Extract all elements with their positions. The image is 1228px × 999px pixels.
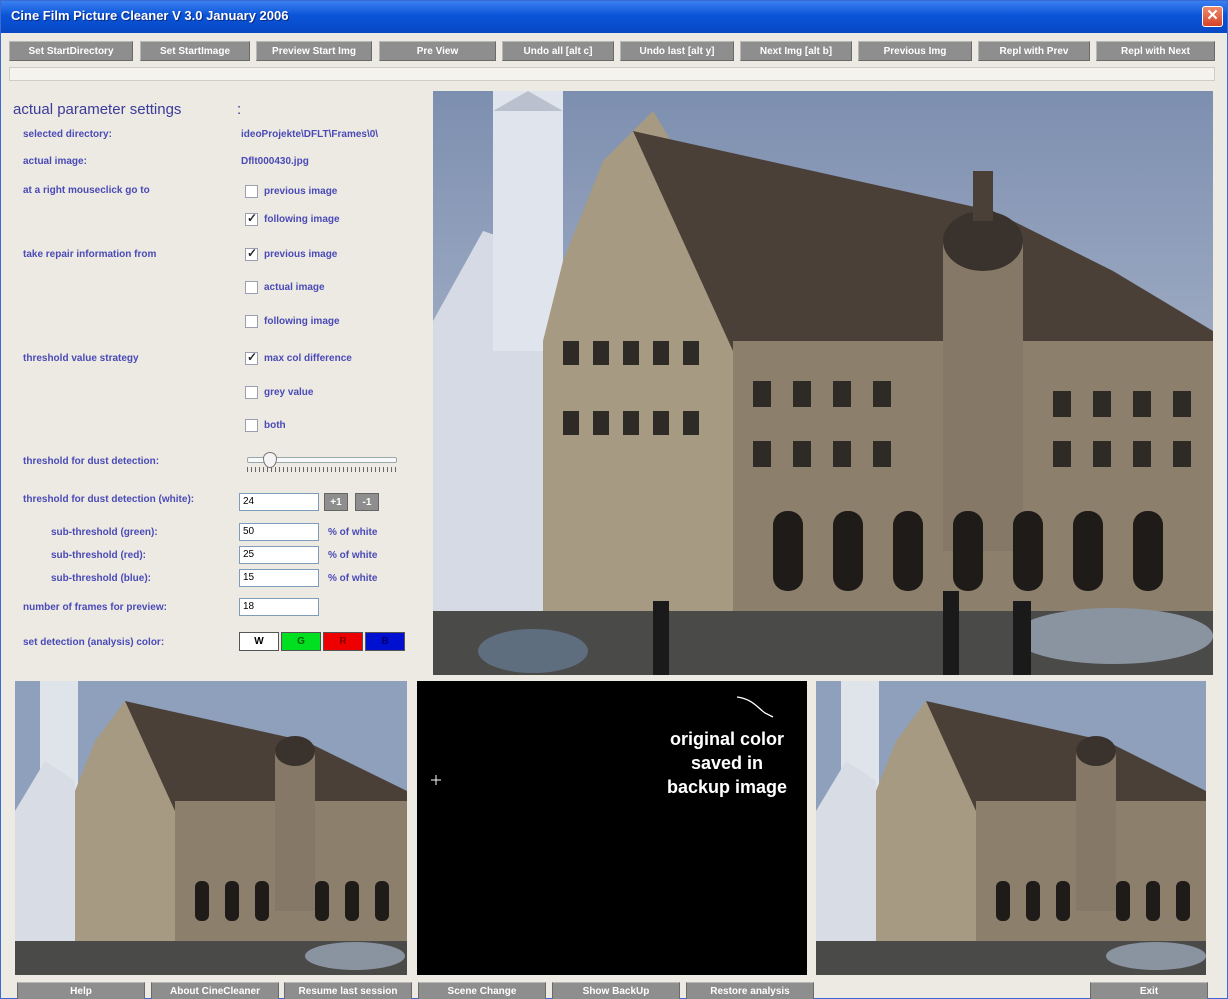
sub-green-input[interactable]: 50 <box>239 523 319 541</box>
undo-last-button[interactable]: Undo last [alt y] <box>620 41 734 61</box>
repl-with-next-button[interactable]: Repl with Next <box>1096 41 1215 61</box>
panel-title: actual parameter settings <box>13 101 182 118</box>
selected-directory-value: ideoProjekte\DFLT\Frames\0\ <box>241 129 379 140</box>
analysis-panel[interactable]: original color saved in backup image <box>417 681 807 975</box>
pre-view-button[interactable]: Pre View <box>379 41 496 61</box>
checkbox-label: following image <box>264 214 340 225</box>
toolbar: Set StartDirectory Set StartImage Previe… <box>9 41 1215 81</box>
color-red-button[interactable]: R <box>323 632 363 651</box>
resume-last-session-button[interactable]: Resume last session <box>284 982 412 999</box>
color-white-button[interactable]: W <box>239 632 279 651</box>
help-button[interactable]: Help <box>17 982 145 999</box>
detection-color-label: set detection (analysis) color: <box>23 637 165 648</box>
show-backup-button[interactable]: Show BackUp <box>552 982 680 999</box>
title-bar: Cine Film Picture Cleaner V 3.0 January … <box>1 1 1227 33</box>
sub-red-input[interactable]: 25 <box>239 546 319 564</box>
checkbox-strategy-max-col[interactable] <box>245 350 258 365</box>
pct-white-label: % of white <box>328 527 378 538</box>
main-image[interactable] <box>433 91 1213 675</box>
set-start-image-button[interactable]: Set StartImage <box>140 41 250 61</box>
dust-white-input[interactable]: 24 <box>239 493 319 511</box>
dust-threshold-slider-thumb[interactable] <box>263 452 277 468</box>
close-button[interactable]: ✕ <box>1202 6 1223 27</box>
pct-white-label: % of white <box>328 550 378 561</box>
next-img-button[interactable]: Next Img [alt b] <box>740 41 852 61</box>
checkbox-repair-previous[interactable] <box>245 246 258 261</box>
sub-green-label: sub-threshold (green): <box>51 527 158 538</box>
right-click-label: at a right mouseclick go to <box>23 185 150 196</box>
selected-directory-label: selected directory: <box>23 129 112 140</box>
toolbar-strip <box>9 67 1215 81</box>
preview-start-img-button[interactable]: Preview Start Img <box>256 41 372 61</box>
close-icon: ✕ <box>1206 7 1219 24</box>
sub-blue-label: sub-threshold (blue): <box>51 573 151 584</box>
analysis-marks <box>431 696 774 785</box>
actual-image-value: Dflt000430.jpg <box>241 156 309 167</box>
scene-change-button[interactable]: Scene Change <box>418 982 546 999</box>
about-button[interactable]: About CineCleaner <box>151 982 279 999</box>
decrement-button[interactable]: -1 <box>355 493 379 511</box>
checkbox-strategy-both[interactable] <box>245 419 258 432</box>
checkbox-label: actual image <box>264 282 325 293</box>
threshold-strategy-label: threshold value strategy <box>23 353 139 364</box>
checkbox-label: previous image <box>264 186 338 197</box>
checkbox-label: max col difference <box>264 353 352 364</box>
sub-blue-input[interactable]: 15 <box>239 569 319 587</box>
previous-img-button[interactable]: Previous Img <box>858 41 972 61</box>
dust-white-label: threshold for dust detection (white): <box>23 494 195 505</box>
color-blue-button[interactable]: B <box>365 632 405 651</box>
set-start-directory-button[interactable]: Set StartDirectory <box>9 41 133 61</box>
actual-image-label: actual image: <box>23 156 87 167</box>
undo-all-button[interactable]: Undo all [alt c] <box>502 41 614 61</box>
sub-red-label: sub-threshold (red): <box>51 550 146 561</box>
exit-button[interactable]: Exit <box>1090 982 1208 999</box>
panel-title-colon: : <box>237 101 242 118</box>
checkbox-label: both <box>264 420 286 431</box>
checkbox-repair-actual[interactable] <box>245 281 258 294</box>
checkbox-label: following image <box>264 316 340 327</box>
checkbox-label: grey value <box>264 387 314 398</box>
checkbox-repair-following[interactable] <box>245 315 258 328</box>
previous-image-thumbnail[interactable] <box>15 681 407 975</box>
checkbox-strategy-grey[interactable] <box>245 386 258 399</box>
restore-analysis-button[interactable]: Restore analysis <box>686 982 814 999</box>
window-title: Cine Film Picture Cleaner V 3.0 January … <box>11 8 289 23</box>
repair-label: take repair information from <box>23 249 157 260</box>
frames-preview-input[interactable]: 18 <box>239 598 319 616</box>
dust-threshold-label: threshold for dust detection: <box>23 456 160 467</box>
app-window: Cine Film Picture Cleaner V 3.0 January … <box>0 0 1228 999</box>
frames-preview-label: number of frames for preview: <box>23 602 167 613</box>
slider-ticks <box>247 467 397 472</box>
checkbox-right-click-following[interactable] <box>245 211 258 226</box>
following-image-thumbnail[interactable] <box>816 681 1206 975</box>
checkbox-right-click-previous[interactable] <box>245 185 258 198</box>
increment-button[interactable]: +1 <box>324 493 348 511</box>
color-green-button[interactable]: G <box>281 632 321 651</box>
checkbox-label: previous image <box>264 249 338 260</box>
pct-white-label: % of white <box>328 573 378 584</box>
repl-with-prev-button[interactable]: Repl with Prev <box>978 41 1090 61</box>
